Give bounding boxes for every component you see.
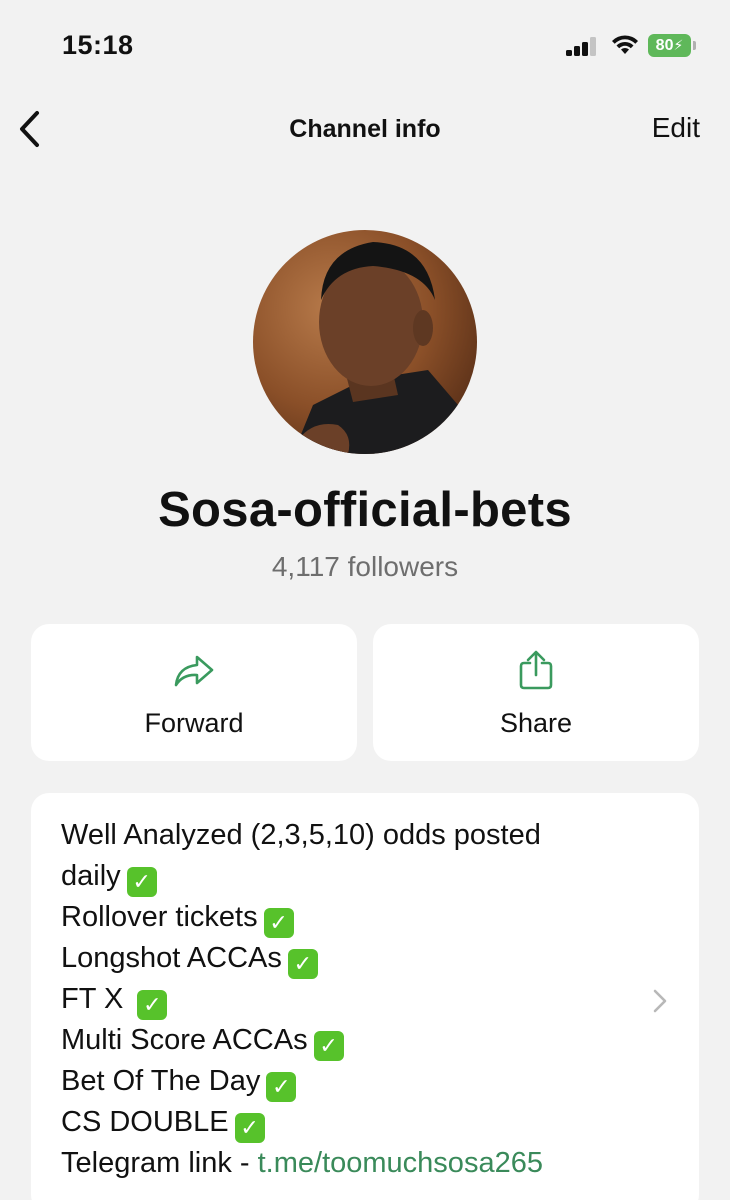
- check-mark-icon: ✓: [234, 1113, 265, 1143]
- check-mark-icon: ✓: [263, 908, 294, 938]
- status-time: 15:18: [62, 30, 134, 60]
- check-mark-icon: ✓: [266, 1072, 297, 1102]
- check-mark-icon: ✓: [287, 949, 318, 979]
- channel-description[interactable]: Well Analyzed (2,3,5,10) odds posted dai…: [31, 793, 699, 1200]
- telegram-line: Telegram link - t.me/toomuchsosa265: [61, 1147, 543, 1179]
- chevron-right-icon: [653, 989, 667, 1013]
- check-mark-icon: ✓: [313, 1031, 344, 1061]
- battery-level: 80: [655, 36, 674, 54]
- share-icon: [519, 650, 553, 690]
- description-text: Well Analyzed (2,3,5,10) odds posted dai…: [61, 815, 621, 1184]
- nav-bar: Channel info Edit: [0, 95, 730, 165]
- channel-name: Sosa-official-bets: [158, 483, 572, 537]
- description-line: Rollover tickets ✓: [61, 897, 621, 938]
- description-line: daily ✓: [61, 856, 621, 897]
- forward-arrow-icon: [174, 655, 214, 687]
- share-label: Share: [499, 708, 573, 738]
- edit-button[interactable]: Edit: [652, 112, 700, 144]
- description-line: Bet Of The Day ✓: [61, 1061, 621, 1102]
- check-mark-icon: ✓: [126, 867, 157, 897]
- battery-tip: [693, 41, 696, 50]
- page-title: Channel info: [289, 115, 441, 143]
- cellular-signal-icon: [566, 37, 596, 56]
- check-mark-icon: ✓: [137, 990, 168, 1020]
- description-line: Well Analyzed (2,3,5,10) odds posted: [61, 819, 541, 851]
- wifi-icon: [612, 35, 638, 54]
- followers-count: 4,117 followers: [271, 551, 459, 582]
- description-line: FT X ✓: [61, 979, 621, 1020]
- battery-charging-icon: 80 ⚡: [648, 34, 691, 57]
- description-line: Multi Score ACCAs ✓: [61, 1020, 621, 1061]
- telegram-link[interactable]: t.me/toomuchsosa265: [258, 1147, 543, 1179]
- description-line: CS DOUBLE ✓: [61, 1102, 621, 1143]
- share-button[interactable]: Share: [373, 624, 699, 761]
- status-bar: 15:18 80 ⚡: [0, 0, 730, 95]
- description-line: Longshot ACCAs ✓: [61, 938, 621, 979]
- forward-button[interactable]: Forward: [31, 624, 357, 761]
- channel-avatar[interactable]: [253, 230, 477, 454]
- forward-label: Forward: [144, 708, 244, 738]
